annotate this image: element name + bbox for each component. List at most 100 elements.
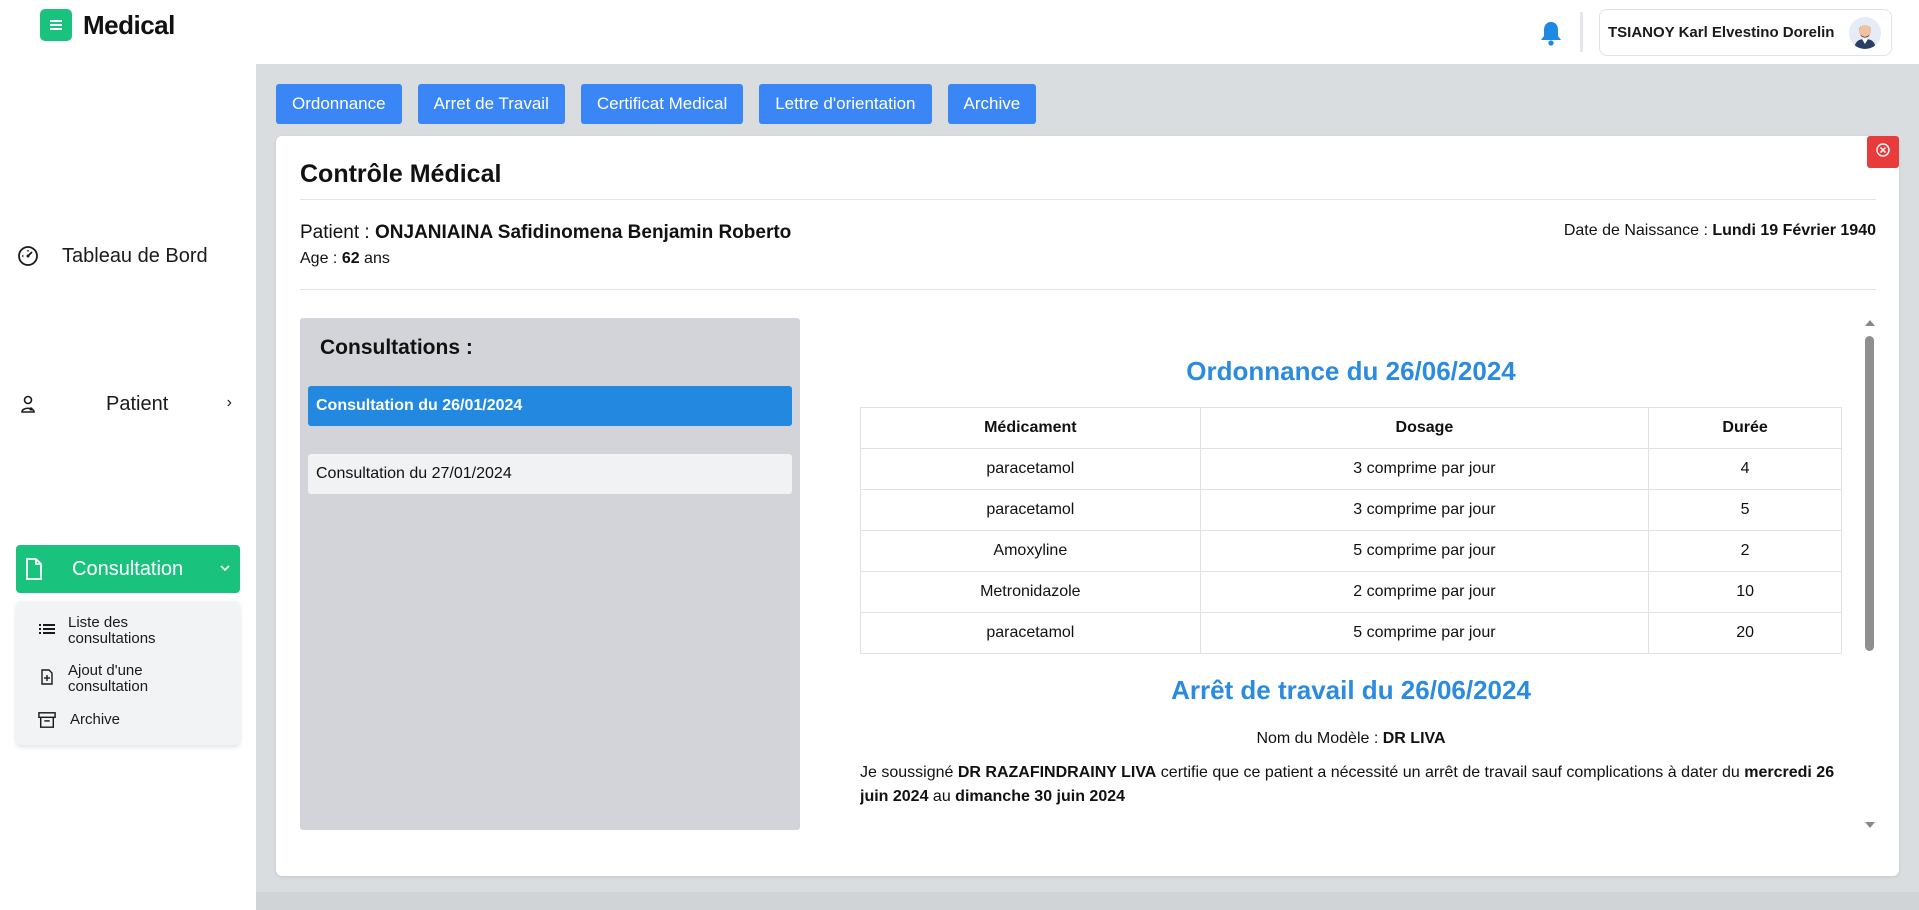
chevron-right-icon: › bbox=[226, 394, 232, 411]
tab-archive[interactable]: Archive bbox=[947, 84, 1037, 124]
cell-medicament: Amoxyline bbox=[860, 530, 1201, 572]
table-row: paracetamol 3 comprime par jour 5 bbox=[860, 489, 1842, 531]
list-icon bbox=[38, 620, 56, 638]
sidebar-item-label: Tableau de Bord bbox=[62, 244, 208, 267]
cell-medicament: paracetamol bbox=[860, 612, 1201, 654]
dob-label: Date de Naissance : bbox=[1563, 222, 1713, 239]
chevron-down-icon bbox=[220, 561, 230, 575]
age-label: Age : bbox=[300, 250, 342, 267]
patient-age: Age : 62 ans bbox=[300, 250, 390, 268]
patient-info: Patient : ONJANIAINA Safidinomena Benjam… bbox=[300, 222, 791, 244]
divider bbox=[300, 199, 1876, 200]
submenu-item-ajout-consultation[interactable]: Ajout d'une consultation bbox=[38, 663, 208, 695]
document-tabs: Ordonnance Arret de Travail Certificat M… bbox=[276, 84, 1052, 124]
dob-value: Lundi 19 Février 1940 bbox=[1712, 222, 1876, 239]
close-button[interactable] bbox=[1867, 136, 1899, 168]
scrollbar-thumb[interactable] bbox=[1865, 336, 1874, 651]
brand[interactable]: Medical bbox=[40, 9, 175, 41]
consultation-item-active[interactable]: Consultation du 26/01/2024 bbox=[308, 386, 792, 426]
arret-title: Arrêt de travail du 26/06/2024 bbox=[1171, 675, 1531, 705]
submenu-item-liste-consultations[interactable]: Liste des consultations bbox=[38, 615, 208, 647]
medical-control-card: Contrôle Médical Patient : ONJANIAINA Sa… bbox=[276, 136, 1899, 876]
page-title: Contrôle Médical bbox=[300, 160, 502, 188]
cell-dosage: 5 comprime par jour bbox=[1199, 530, 1650, 572]
sidebar: Tableau de Bord Patient › Consultation L… bbox=[0, 64, 256, 910]
cell-dosage: 3 comprime par jour bbox=[1199, 489, 1650, 531]
column-header-dosage: Dosage bbox=[1199, 407, 1650, 449]
consultation-item[interactable]: Consultation du 27/01/2024 bbox=[308, 454, 792, 494]
column-header-medicament: Médicament bbox=[860, 407, 1201, 449]
age-unit: ans bbox=[359, 250, 390, 267]
bottom-strip bbox=[256, 892, 1919, 910]
top-bar: Medical TSIANOY Karl Elvestino Dorelin bbox=[0, 0, 1919, 64]
sidebar-item-patient[interactable]: Patient › bbox=[16, 380, 240, 428]
sidebar-item-consultation[interactable]: Consultation bbox=[16, 545, 240, 593]
user-menu[interactable]: TSIANOY Karl Elvestino Dorelin bbox=[1599, 9, 1892, 56]
table-header-row: Médicament Dosage Durée bbox=[860, 407, 1842, 449]
patient-name: ONJANIAINA Safidinomena Benjamin Roberto bbox=[375, 222, 792, 243]
cell-duree: 5 bbox=[1648, 489, 1842, 531]
scrollbar[interactable] bbox=[1862, 318, 1876, 830]
consultations-panel: Consultations : Consultation du 26/01/20… bbox=[300, 318, 800, 830]
model-value: DR LIVA bbox=[1382, 730, 1446, 747]
cell-medicament: Metronidazole bbox=[860, 571, 1201, 613]
cell-medicament: paracetamol bbox=[860, 489, 1201, 531]
gauge-icon bbox=[16, 244, 40, 268]
bell-icon[interactable] bbox=[1536, 18, 1566, 48]
tab-certificat-medical[interactable]: Certificat Medical bbox=[580, 84, 744, 124]
submenu-item-label: Archive bbox=[70, 711, 121, 728]
divider bbox=[300, 289, 1876, 290]
sidebar-item-label: Patient bbox=[106, 392, 169, 415]
table-row: paracetamol 5 comprime par jour 20 bbox=[860, 612, 1842, 654]
certify-text-1: Je soussigné bbox=[860, 764, 958, 781]
certify-text-2: certifie que ce patient a nécessité un a… bbox=[1156, 764, 1745, 781]
model-label: Nom du Modèle : bbox=[1256, 730, 1383, 747]
date-to: dimanche 30 juin 2024 bbox=[955, 788, 1126, 805]
column-header-duree: Durée bbox=[1648, 407, 1842, 449]
tab-lettre-orientation[interactable]: Lettre d'orientation bbox=[759, 84, 932, 124]
avatar[interactable] bbox=[1849, 17, 1881, 49]
patient-birth-date: Date de Naissance : Lundi 19 Février 194… bbox=[1564, 222, 1876, 240]
scroll-up-arrow-icon[interactable] bbox=[1865, 320, 1875, 326]
file-plus-icon bbox=[38, 668, 56, 686]
table-row: Amoxyline 5 comprime par jour 2 bbox=[860, 530, 1842, 572]
cell-duree: 10 bbox=[1648, 571, 1842, 613]
certify-text-3: au bbox=[928, 788, 956, 805]
user-name: TSIANOY Karl Elvestino Dorelin bbox=[1608, 24, 1835, 41]
scroll-down-arrow-icon[interactable] bbox=[1865, 822, 1875, 828]
user-icon bbox=[16, 392, 40, 416]
consultations-heading: Consultations : bbox=[320, 336, 473, 359]
file-icon bbox=[22, 557, 46, 581]
cell-dosage: 5 comprime par jour bbox=[1199, 612, 1650, 654]
archive-icon bbox=[38, 711, 56, 729]
patient-label: Patient : bbox=[300, 222, 375, 243]
tab-ordonnance[interactable]: Ordonnance bbox=[276, 84, 402, 124]
cell-duree: 2 bbox=[1648, 530, 1842, 572]
submenu-item-archive[interactable]: Archive bbox=[38, 711, 210, 729]
ordonnance-title: Ordonnance du 26/06/2024 bbox=[1186, 356, 1516, 386]
doctor-name: DR RAZAFINDRAINY LIVA bbox=[957, 764, 1157, 781]
app-name: Medical bbox=[83, 9, 175, 40]
sidebar-item-tableau-de-bord[interactable]: Tableau de Bord bbox=[16, 232, 240, 280]
topbar-divider bbox=[1580, 12, 1583, 52]
cell-medicament: paracetamol bbox=[860, 448, 1201, 490]
table-row: paracetamol 3 comprime par jour 4 bbox=[860, 448, 1842, 490]
medication-table: Médicament Dosage Durée paracetamol 3 co… bbox=[860, 407, 1842, 654]
menu-icon[interactable] bbox=[40, 9, 72, 41]
submenu-item-label: Liste des consultations bbox=[68, 614, 156, 647]
certification-text: Je soussigné DR RAZAFINDRAINY LIVA certi… bbox=[860, 761, 1842, 809]
consultation-detail[interactable]: Ordonnance du 26/06/2024 Médicament Dosa… bbox=[860, 318, 1876, 830]
cell-dosage: 3 comprime par jour bbox=[1199, 448, 1650, 490]
age-value: 62 bbox=[341, 250, 360, 267]
cell-duree: 4 bbox=[1648, 448, 1842, 490]
tab-arret-de-travail[interactable]: Arret de Travail bbox=[417, 84, 565, 124]
sidebar-item-label: Consultation bbox=[72, 557, 184, 580]
main-area: Ordonnance Arret de Travail Certificat M… bbox=[256, 64, 1919, 910]
consultation-submenu: Liste des consultations Ajout d'une cons… bbox=[16, 601, 240, 745]
close-circle-icon bbox=[1875, 142, 1891, 163]
table-row: Metronidazole 2 comprime par jour 10 bbox=[860, 571, 1842, 613]
model-name: Nom du Modèle : DR LIVA bbox=[860, 730, 1842, 748]
cell-dosage: 2 comprime par jour bbox=[1199, 571, 1650, 613]
submenu-item-label: Ajout d'une consultation bbox=[68, 662, 149, 695]
cell-duree: 20 bbox=[1648, 612, 1842, 654]
